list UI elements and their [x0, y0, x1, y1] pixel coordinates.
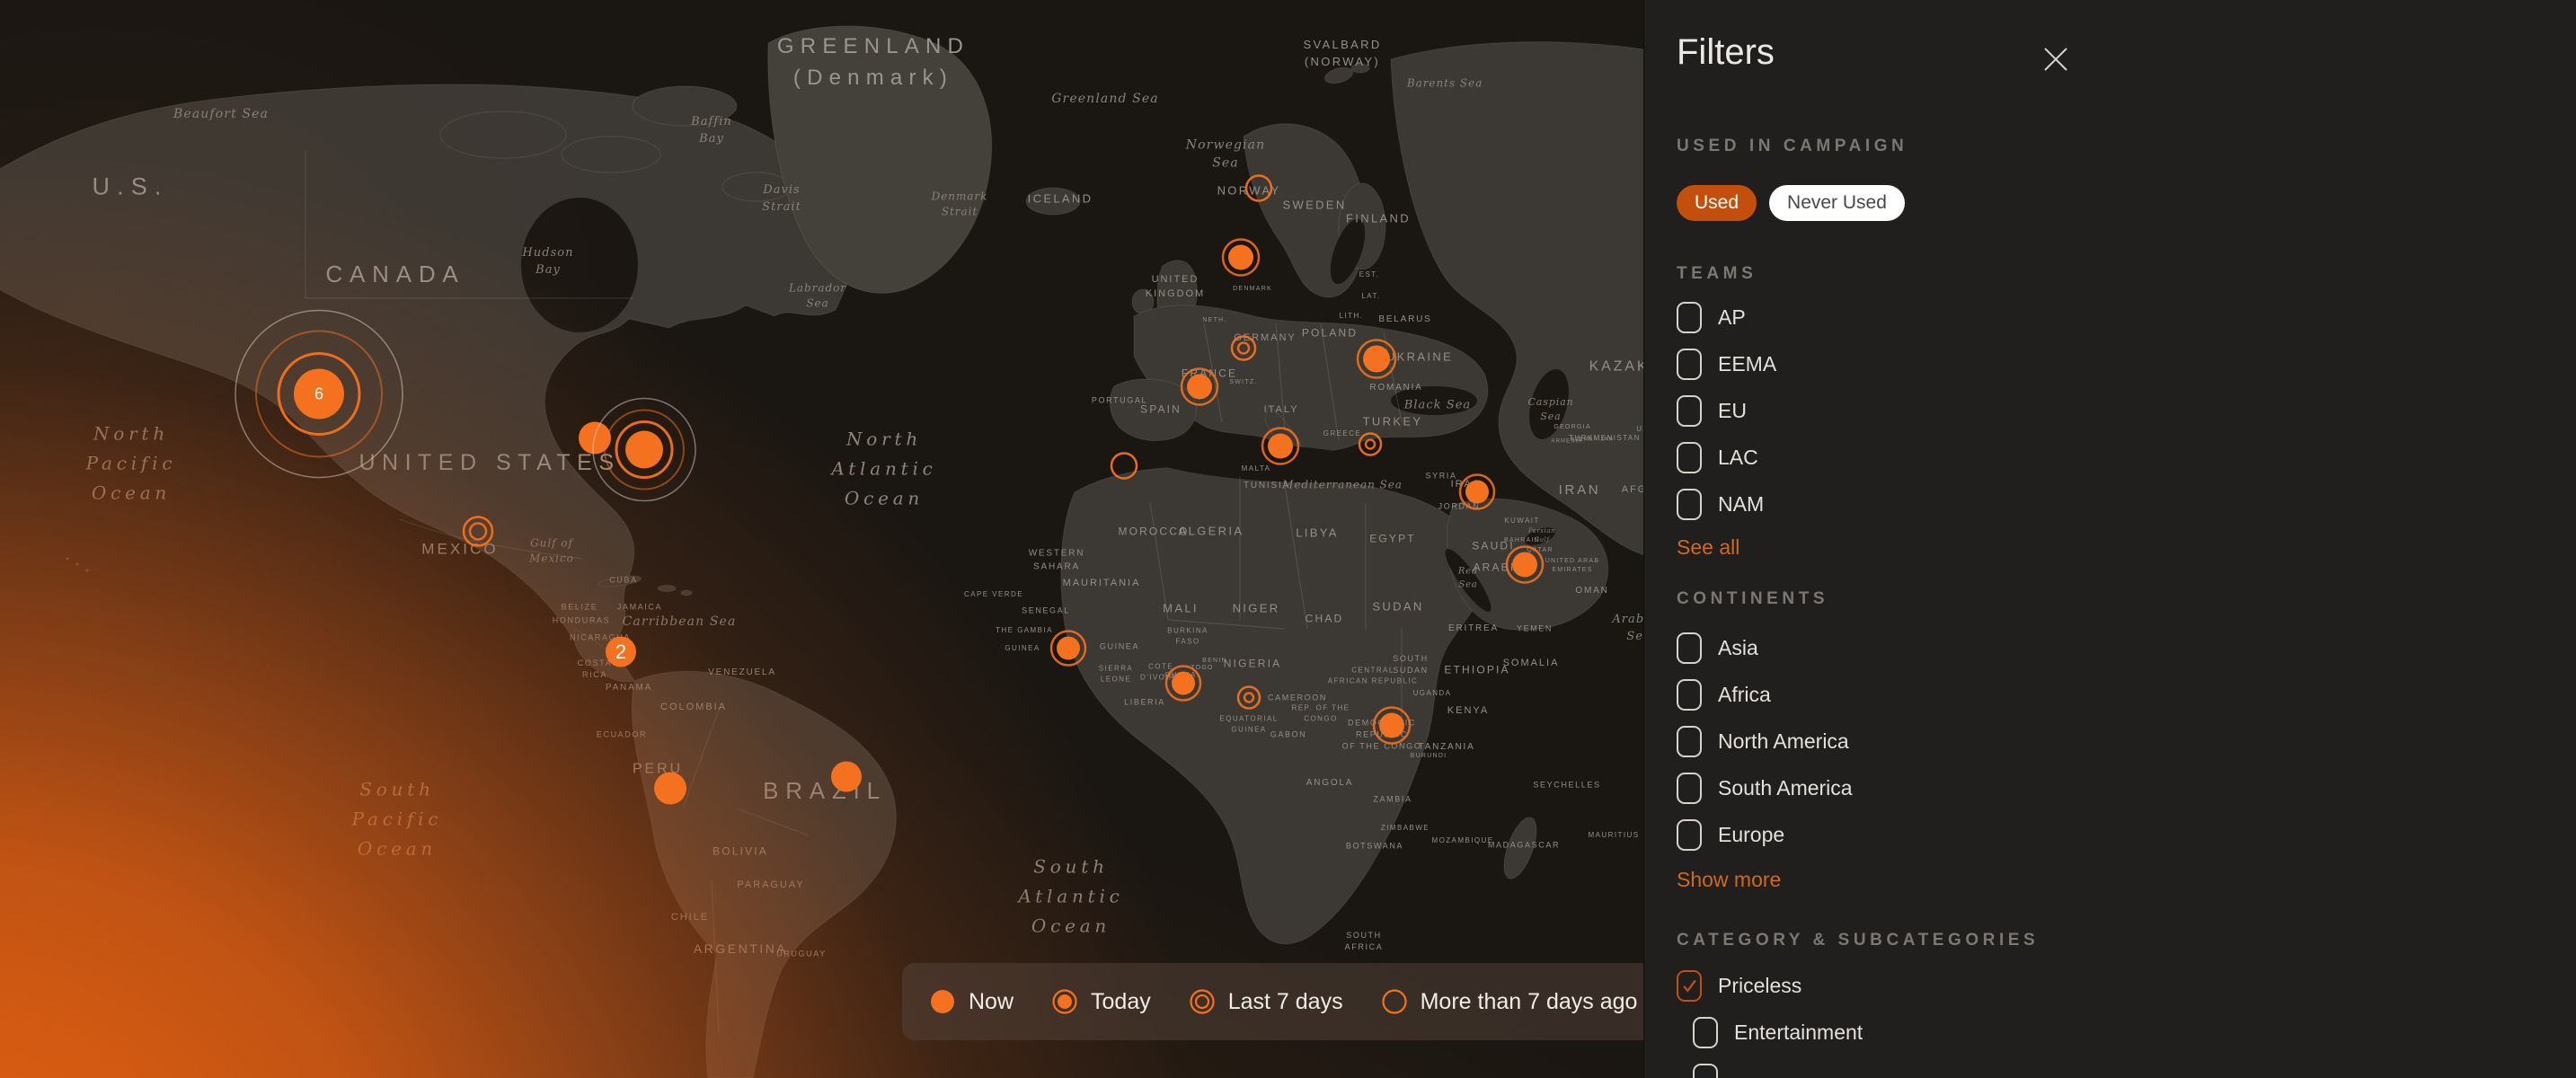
teams-see-all-link[interactable]: See all	[1677, 535, 1739, 560]
checkbox-label: EU	[1718, 399, 1747, 423]
map-marker-today[interactable]	[1219, 236, 1262, 284]
teams-checkbox-list: AP EEMA EU LAC NAM	[1677, 302, 1776, 535]
continent-checkbox-europe[interactable]: Europe	[1677, 819, 1853, 851]
category-checkbox-partial[interactable]	[1693, 1064, 1863, 1078]
campaign-toggle-group: Used Never Used	[1677, 185, 1905, 221]
checkbox-label: Asia	[1718, 636, 1758, 660]
checkbox-label: Priceless	[1718, 974, 1801, 998]
map-marker-now-2[interactable]: 2	[602, 633, 640, 676]
map-marker-last7[interactable]	[1235, 684, 1263, 717]
continent-checkbox-south-america[interactable]: South America	[1677, 773, 1853, 804]
continents-checkbox-list: Asia Africa North America South America Euro…	[1677, 632, 1853, 866]
legend-item-today: Today	[1051, 988, 1151, 1015]
team-checkbox-lac[interactable]: LAC	[1677, 442, 1776, 473]
legend-label: Today	[1091, 989, 1151, 1015]
checkbox-icon[interactable]	[1677, 489, 1702, 520]
app-root: GREENLAND (Denmark)SVALBARD (NORWAY)ICEL…	[0, 0, 2576, 1078]
legend-label: Last 7 days	[1228, 989, 1343, 1015]
checkbox-icon[interactable]	[1677, 442, 1702, 473]
legend-label: More than 7 days ago	[1421, 989, 1638, 1015]
category-checkbox-list: Priceless Entertainment	[1677, 970, 1863, 1078]
checkbox-label: LAC	[1718, 446, 1758, 470]
map-marker-last7[interactable]	[460, 514, 496, 554]
legend-item-last7: Last 7 days	[1189, 988, 1343, 1015]
map-marker-more7[interactable]	[1243, 172, 1275, 209]
continent-checkbox-north-america[interactable]: North America	[1677, 726, 1853, 757]
map-marker-cluster-6[interactable]: 6	[232, 307, 406, 486]
map-marker-more7[interactable]	[1108, 450, 1140, 487]
team-checkbox-eema[interactable]: EEMA	[1677, 349, 1776, 380]
section-used-in-campaign: USED IN CAMPAIGN	[1677, 137, 1908, 156]
map-marker-today[interactable]	[1503, 543, 1546, 591]
map-marker-today[interactable]	[1163, 663, 1204, 709]
checkbox-label: South America	[1718, 776, 1853, 800]
category-checkbox-entertainment[interactable]: Entertainment	[1693, 1017, 1863, 1048]
filters-title: Filters	[1677, 32, 1775, 73]
legend-now-icon	[929, 988, 956, 1015]
close-icon[interactable]	[2040, 43, 2072, 75]
continent-checkbox-asia[interactable]: Asia	[1677, 632, 1853, 664]
campaign-pill-used[interactable]: Used	[1677, 185, 1757, 221]
checkbox-label: Africa	[1718, 683, 1771, 707]
map-marker-today[interactable]	[1456, 472, 1498, 517]
checkbox-icon[interactable]	[1677, 349, 1702, 380]
legend-item-more7: More than 7 days ago	[1381, 988, 1638, 1015]
checkbox-label: NAM	[1718, 492, 1764, 517]
svg-text:2: 2	[615, 641, 626, 663]
category-checkbox-priceless[interactable]: Priceless	[1677, 970, 1863, 1002]
section-continents: CONTINENTS	[1677, 589, 1828, 609]
map-marker-today[interactable]	[1048, 628, 1089, 674]
checkbox-label: AP	[1718, 305, 1746, 330]
checkbox-icon[interactable]	[1677, 632, 1702, 664]
map-marker-last7[interactable]	[1356, 430, 1385, 464]
checkbox-icon[interactable]	[1693, 1017, 1718, 1048]
legend-last7-icon	[1189, 988, 1216, 1015]
map-marker-today[interactable]	[1370, 704, 1413, 752]
team-checkbox-nam[interactable]: NAM	[1677, 489, 1776, 520]
team-checkbox-ap[interactable]: AP	[1677, 302, 1776, 333]
checkbox-label: Entertainment	[1734, 1021, 1863, 1045]
map-time-legend: Now Today Last 7 days More than 7 days ago	[902, 963, 1644, 1040]
map-marker-today[interactable]	[1259, 425, 1302, 473]
campaign-pill-never-used[interactable]: Never Used	[1769, 185, 1905, 221]
map-marker-today[interactable]	[1354, 337, 1399, 386]
section-category-subcategories: CATEGORY & SUBCATEGORIES	[1677, 931, 2039, 950]
map-marker-last7[interactable]	[1228, 333, 1259, 368]
team-checkbox-eu[interactable]: EU	[1677, 395, 1776, 427]
svg-text:6: 6	[314, 385, 323, 403]
checkbox-label: North America	[1718, 729, 1849, 754]
map-marker-now[interactable]	[651, 769, 690, 813]
map-marker-now[interactable]	[828, 758, 865, 800]
checkbox-icon[interactable]	[1693, 1064, 1718, 1078]
continents-show-more-link[interactable]: Show more	[1677, 868, 1781, 892]
checkbox-icon[interactable]	[1677, 302, 1702, 333]
continent-checkbox-africa[interactable]: Africa	[1677, 679, 1853, 711]
legend-item-now: Now	[929, 988, 1014, 1015]
section-teams: TEAMS	[1677, 264, 1757, 284]
map-marker-cluster[interactable]	[589, 395, 699, 509]
world-map-landmass	[0, 0, 1644, 1078]
legend-label: Now	[969, 989, 1014, 1015]
filters-panel: Filters USED IN CAMPAIGN UsedNever Used …	[1643, 0, 2576, 1078]
legend-today-icon	[1051, 988, 1078, 1015]
checkbox-label: EEMA	[1718, 352, 1776, 376]
checkbox-icon[interactable]	[1677, 395, 1702, 427]
checkbox-icon[interactable]	[1677, 819, 1702, 851]
checkbox-checked-icon[interactable]	[1677, 970, 1702, 1002]
checkbox-icon[interactable]	[1677, 726, 1702, 757]
map-marker-today[interactable]	[1178, 366, 1221, 413]
legend-more7-icon	[1381, 988, 1408, 1015]
checkbox-icon[interactable]	[1677, 679, 1702, 711]
checkbox-label: Europe	[1718, 823, 1784, 847]
world-map-canvas[interactable]: GREENLAND (Denmark)SVALBARD (NORWAY)ICEL…	[0, 0, 1644, 1078]
checkbox-icon[interactable]	[1677, 773, 1702, 804]
